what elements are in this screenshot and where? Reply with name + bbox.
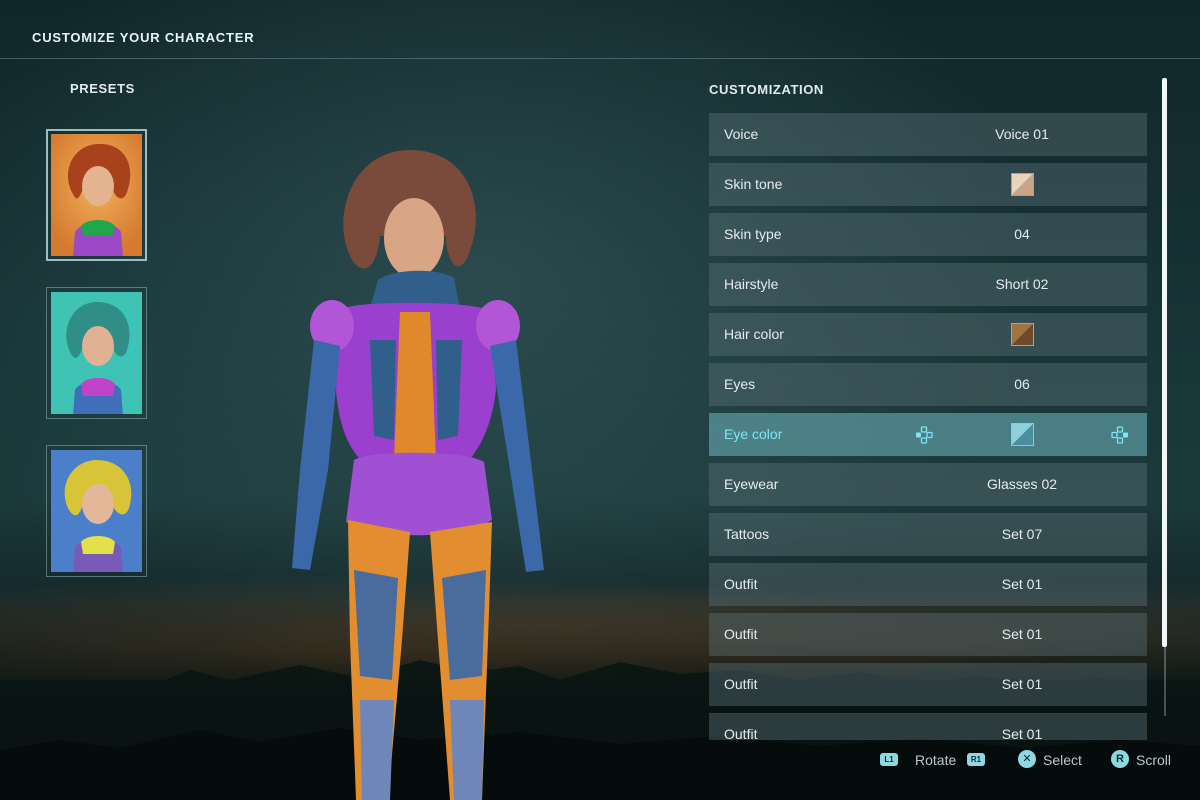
- cross-button-icon: ✕: [1018, 750, 1036, 768]
- right-stick-icon: R: [1111, 750, 1129, 768]
- option-row-outfit[interactable]: Outfit Set 01: [709, 613, 1147, 656]
- option-label: Tattoos: [724, 526, 770, 542]
- option-row-skin-tone[interactable]: Skin tone: [709, 163, 1147, 206]
- option-value: Set 07: [1001, 526, 1043, 542]
- option-label: Outfit: [724, 576, 758, 592]
- preset-card-1[interactable]: [46, 129, 147, 261]
- option-label: Outfit: [724, 676, 758, 692]
- option-row-tattoos[interactable]: Tattoos Set 07: [709, 513, 1147, 556]
- dpad-right-icon[interactable]: [1111, 426, 1129, 444]
- option-value: Set 01: [1001, 726, 1043, 740]
- option-value: Set 01: [1001, 626, 1043, 642]
- scrollbar-thumb[interactable]: [1162, 78, 1167, 647]
- hair-color-swatch: [1011, 323, 1034, 346]
- eye-color-swatch: [1011, 423, 1034, 446]
- option-row-outfit[interactable]: Outfit Set 01: [709, 663, 1147, 706]
- character-model[interactable]: [270, 140, 590, 800]
- skin-tone-swatch: [1011, 173, 1034, 196]
- page-title: CUSTOMIZE YOUR CHARACTER: [32, 30, 255, 45]
- dpad-left-icon[interactable]: [915, 426, 933, 444]
- option-label: Eye color: [724, 426, 783, 442]
- option-label: Hair color: [724, 326, 784, 342]
- option-row-hairstyle[interactable]: Hairstyle Short 02: [709, 263, 1147, 306]
- option-label: Skin type: [724, 226, 782, 242]
- customization-heading: CUSTOMIZATION: [709, 82, 824, 97]
- option-value: Set 01: [1001, 676, 1043, 692]
- option-row-eye-color[interactable]: Eye color: [709, 413, 1147, 456]
- preset-card-2[interactable]: [46, 287, 147, 419]
- option-label: Outfit: [724, 626, 758, 642]
- option-value: 04: [1014, 226, 1030, 242]
- option-row-eyes[interactable]: Eyes 06: [709, 363, 1147, 406]
- option-value: Glasses 02: [986, 476, 1058, 492]
- select-hint: Select: [1043, 752, 1082, 768]
- preset-portrait: [51, 450, 142, 572]
- option-row-outfit[interactable]: Outfit Set 01: [709, 713, 1147, 740]
- preset-card-3[interactable]: [46, 445, 147, 577]
- option-value: Voice 01: [995, 126, 1049, 142]
- option-value: Short 02: [995, 276, 1049, 292]
- option-row-voice[interactable]: Voice Voice 01: [709, 113, 1147, 156]
- header-bar: CUSTOMIZE YOUR CHARACTER: [0, 0, 1200, 59]
- rotate-hint: Rotate: [915, 752, 957, 768]
- option-row-eyewear[interactable]: Eyewear Glasses 02: [709, 463, 1147, 506]
- option-label: Voice: [724, 126, 759, 142]
- option-label: Skin tone: [724, 176, 783, 192]
- option-row-outfit[interactable]: Outfit Set 01: [709, 563, 1147, 606]
- option-label: Hairstyle: [724, 276, 779, 292]
- customization-list[interactable]: Voice Voice 01 Skin tone Skin type 04 Ha…: [709, 113, 1147, 740]
- option-value: 06: [1014, 376, 1030, 392]
- r1-button-icon: R1: [967, 753, 985, 766]
- option-label: Eyes: [724, 376, 756, 392]
- controller-hints: L1 Rotate R1 ✕ Select R Scroll: [0, 748, 1200, 772]
- option-row-hair-color[interactable]: Hair color: [709, 313, 1147, 356]
- preset-portrait: [51, 134, 142, 256]
- l1-button-icon: L1: [880, 753, 898, 766]
- scroll-hint: Scroll: [1136, 752, 1172, 768]
- preset-portrait: [51, 292, 142, 414]
- option-label: Outfit: [724, 726, 758, 740]
- presets-heading: PRESETS: [70, 81, 135, 96]
- option-value: Set 01: [1001, 576, 1043, 592]
- option-label: Eyewear: [724, 476, 779, 492]
- option-row-skin-type[interactable]: Skin type 04: [709, 213, 1147, 256]
